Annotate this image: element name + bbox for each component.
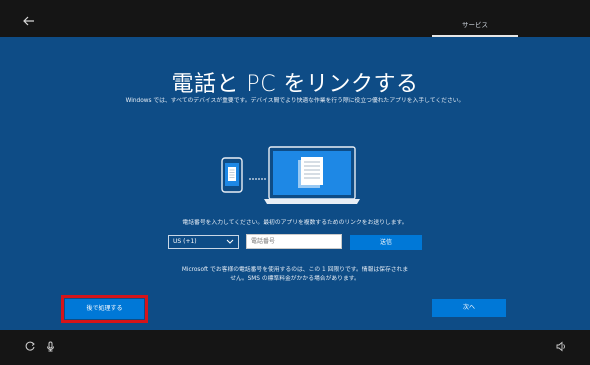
page-subtitle: Windows では、すべてのデバイスが重要です。デバイス間でより快適な作業を行… (125, 98, 465, 104)
main-panel: 電話と PC をリンクする Windows では、すべてのデバイスが重要です。デ… (0, 37, 590, 330)
country-code-value: US (+1) (173, 238, 197, 245)
chevron-down-icon (226, 238, 234, 250)
connection-dots (249, 178, 266, 180)
phone-icon (221, 157, 243, 193)
top-bar: サービス (0, 0, 590, 37)
accessibility-icon[interactable] (24, 340, 36, 352)
disclaimer-line-1: Microsoft でお客様の電話番号を使用するのは、この 1 回限りです。情報… (181, 267, 409, 273)
laptop-icon (264, 146, 360, 204)
volume-icon[interactable] (555, 340, 567, 352)
country-code-select[interactable]: US (+1) (168, 235, 239, 249)
send-button[interactable]: 送信 (350, 235, 422, 250)
phone-pc-illustration (216, 143, 376, 243)
instruction-text: 電話番号を入力してください。最初のアプリを複数するためのリンクをお送りします。 (182, 220, 408, 226)
microphone-icon[interactable] (44, 340, 56, 352)
next-button[interactable]: 次へ (432, 299, 506, 317)
bottom-bar (0, 330, 590, 365)
disclaimer-line-2: せん。SMS の標準料金がかかる場合があります。 (230, 276, 360, 282)
page-title: 電話と PC をリンクする (171, 72, 419, 97)
back-arrow-icon[interactable] (22, 16, 36, 26)
do-later-button[interactable]: 後で処理する (61, 295, 148, 323)
phone-number-input[interactable] (246, 234, 342, 249)
privacy-disclaimer: Microsoft でお客様の電話番号を使用するのは、この 1 回限りです。情報… (160, 266, 430, 284)
